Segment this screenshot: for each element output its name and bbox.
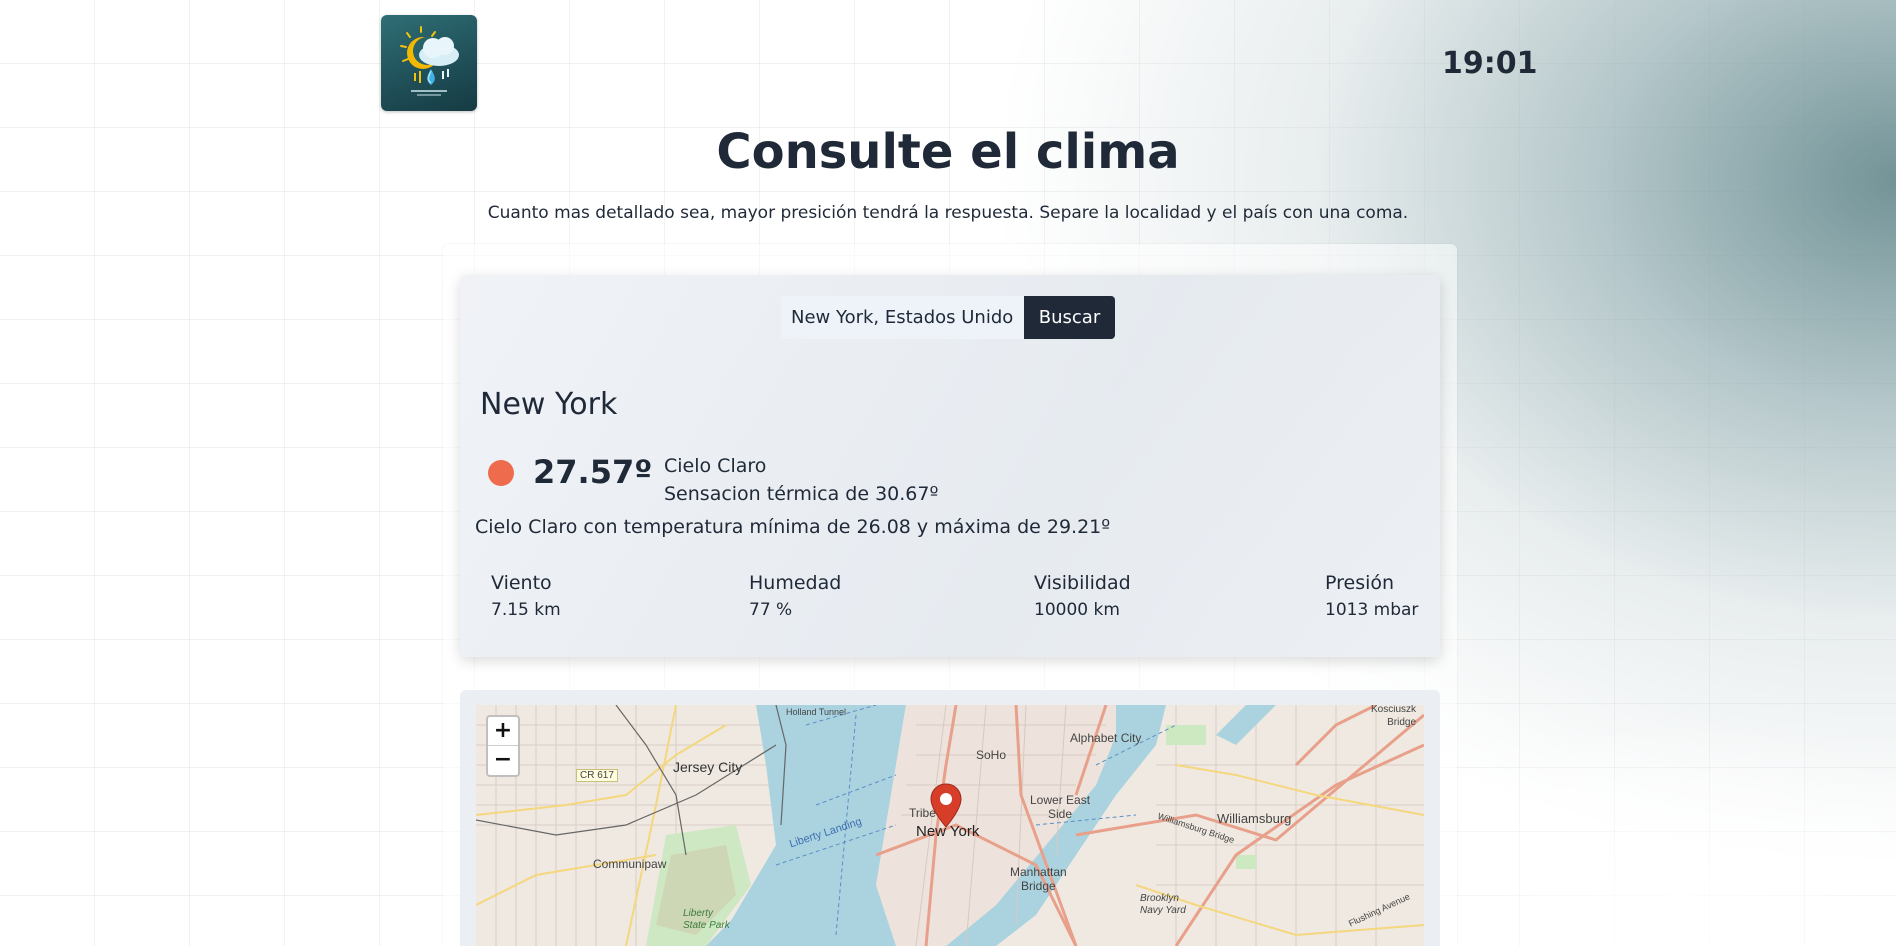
map-label: Communipaw [593,857,667,871]
map-label: Williamsburg [1217,811,1292,826]
weather-condition-indicator [488,460,514,486]
stat-visibility: Visibilidad 10000 km [1034,572,1131,620]
search-button[interactable]: Buscar [1024,296,1115,339]
map-label: Lower East Side [1030,793,1091,821]
feels-like: Sensacion térmica de 30.67º [664,483,939,505]
temperature: 27.57º [533,453,653,491]
stat-label: Visibilidad [1034,572,1131,594]
stat-value: 7.15 km [491,600,561,620]
map-label: Holland Tunnel [786,707,847,717]
sky-condition: Cielo Claro [664,455,767,477]
background-fade [1380,650,1896,946]
map-label: Jersey City [673,759,743,775]
map-label: Manhattan Bridge [1010,865,1067,893]
clock: 19:01 [1442,46,1538,81]
weather-logo-icon [381,15,477,111]
map-marker-icon[interactable] [929,783,963,829]
zoom-out-button[interactable]: − [488,746,518,775]
map-label: SoHo [976,748,1007,762]
stat-label: Presión [1325,572,1395,594]
map-label: Brooklyn Navy Yard [1140,893,1186,916]
stat-label: Viento [491,572,552,594]
map-label: Liberty State Park [683,908,730,931]
stat-value: 10000 km [1034,600,1120,620]
map-label: Kosciuszk Bridge [1371,705,1417,728]
stat-wind: Viento 7.15 km [491,572,561,620]
stat-humidity: Humedad 77 % [749,572,841,620]
stat-label: Humedad [749,572,842,594]
search-input[interactable] [781,296,1024,339]
stat-value: 1013 mbar [1325,600,1419,620]
map[interactable]: Jersey City CR 617 Communipaw Liberty St… [476,705,1424,946]
stat-value: 77 % [749,600,793,620]
city-name: New York [480,387,618,422]
map-label: Alphabet City [1070,731,1142,745]
page-title: Consulte el clima [716,124,1180,180]
zoom-control: + − [486,715,520,777]
zoom-in-button[interactable]: + [488,717,518,746]
map-label: CR 617 [576,769,618,782]
page-subtitle: Cuanto mas detallado sea, mayor presició… [487,203,1409,223]
stat-pressure: Presión 1013 mbar [1325,572,1418,620]
weather-summary: Cielo Claro con temperatura mínima de 26… [475,516,1111,538]
